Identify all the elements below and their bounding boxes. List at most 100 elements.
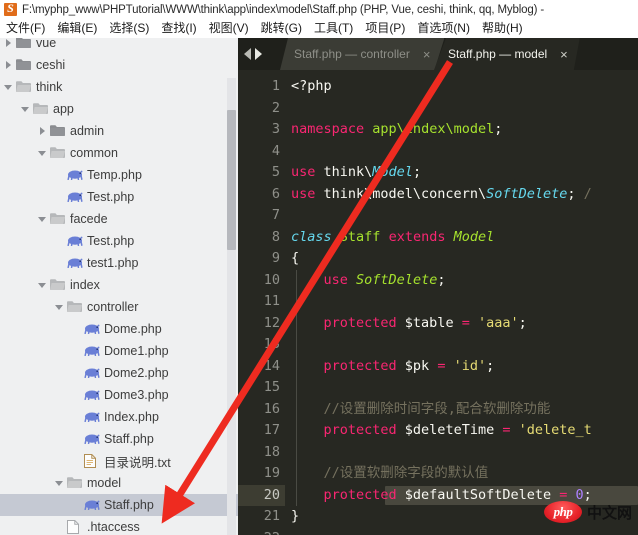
tree-file-Test.php[interactable]: Test.php bbox=[0, 186, 238, 208]
code-line[interactable]: use think\Model; bbox=[291, 162, 421, 184]
code-line[interactable]: use think\model\concern\SoftDelete; / bbox=[291, 184, 592, 206]
chevron-right-icon[interactable] bbox=[4, 38, 15, 54]
code-token: SoftDelete bbox=[486, 185, 568, 202]
code-content[interactable]: <?php namespace app\index\model; use think… bbox=[285, 70, 638, 535]
menu-preferences[interactable]: 首选项(N) bbox=[417, 19, 477, 38]
tab-nav-arrows[interactable] bbox=[244, 38, 278, 70]
tree-file-Staff.php[interactable]: Staff.php bbox=[0, 494, 238, 516]
tree-folder-index[interactable]: index bbox=[0, 274, 238, 296]
code-line[interactable]: //设置删除时间字段,配合软删除功能 bbox=[291, 399, 551, 421]
sidebar-file-tree[interactable]: vue ceshi think app admin common Temp.php Test.… bbox=[0, 38, 238, 535]
code-token: ; bbox=[412, 164, 422, 180]
code-line[interactable]: } bbox=[291, 506, 299, 528]
tree-item-label: facede bbox=[70, 212, 108, 226]
line-number: 17 bbox=[263, 422, 280, 438]
tree-folder-facede[interactable]: facede bbox=[0, 208, 238, 230]
tree-file-Test.php[interactable]: Test.php bbox=[0, 230, 238, 252]
tree-file-目录说明.txt[interactable]: 目录说明.txt bbox=[0, 450, 238, 472]
code-token: protected bbox=[323, 357, 397, 374]
code-line[interactable]: use SoftDelete; bbox=[291, 270, 446, 292]
tree-folder-common[interactable]: common bbox=[0, 142, 238, 164]
triangle-right-icon[interactable] bbox=[255, 48, 262, 60]
line-number-gutter: 12345678910111213141516171819202122 bbox=[238, 70, 285, 535]
menu-edit[interactable]: 编辑(E) bbox=[57, 19, 104, 38]
close-icon[interactable]: × bbox=[547, 47, 580, 62]
tree-item-label: test1.php bbox=[87, 256, 139, 270]
menu-selection[interactable]: 选择(S) bbox=[109, 19, 156, 38]
tab-staff-controller[interactable]: Staff.php — controller × bbox=[280, 38, 444, 70]
chevron-down-icon[interactable] bbox=[21, 98, 32, 120]
tree-file-Staff.php[interactable]: Staff.php bbox=[0, 428, 238, 450]
menu-help[interactable]: 帮助(H) bbox=[482, 19, 530, 38]
chevron-down-icon[interactable] bbox=[38, 274, 49, 296]
tree-file-Temp.php[interactable]: Temp.php bbox=[0, 164, 238, 186]
menu-view[interactable]: 视图(V) bbox=[209, 19, 256, 38]
close-icon[interactable]: × bbox=[410, 47, 443, 62]
code-token: ; bbox=[567, 185, 584, 202]
folder-open-icon bbox=[32, 98, 51, 120]
tree-folder-controller[interactable]: controller bbox=[0, 296, 238, 318]
tree-folder-app[interactable]: app bbox=[0, 98, 238, 120]
sidebar-scrollbar-thumb[interactable] bbox=[227, 110, 236, 250]
tree-item-label: app bbox=[53, 102, 74, 116]
tree-folder-think[interactable]: think bbox=[0, 76, 238, 98]
code-token: protected bbox=[323, 314, 397, 331]
tree-file-Dome3.php[interactable]: Dome3.php bbox=[0, 384, 238, 406]
chevron-down-icon[interactable] bbox=[38, 142, 49, 164]
title-bar: F:\myphp_www\PHPTutorial\WWW\think\app\i… bbox=[0, 0, 638, 19]
tab-staff-model[interactable]: Staff.php — model × bbox=[434, 38, 580, 70]
code-line[interactable]: protected $deleteTime = 'delete_t bbox=[291, 420, 592, 442]
code-line[interactable]: protected $table = 'aaa'; bbox=[291, 313, 527, 335]
code-line[interactable]: { bbox=[291, 248, 299, 270]
tree-file-test1.php[interactable]: test1.php bbox=[0, 252, 238, 274]
tree-file-Dome1.php[interactable]: Dome1.php bbox=[0, 340, 238, 362]
chevron-right-icon[interactable] bbox=[38, 120, 49, 142]
triangle-left-icon[interactable] bbox=[244, 48, 251, 60]
code-line[interactable]: protected $pk = 'id'; bbox=[291, 356, 495, 378]
code-token: SoftDelete bbox=[356, 271, 438, 288]
folder-open-icon bbox=[49, 274, 68, 296]
chevron-down-icon[interactable] bbox=[55, 296, 66, 318]
chevron-down-icon[interactable] bbox=[55, 472, 66, 494]
menu-find[interactable]: 查找(I) bbox=[161, 19, 203, 38]
code-token: protected bbox=[323, 486, 397, 503]
code-area[interactable]: 12345678910111213141516171819202122 <?ph… bbox=[238, 70, 638, 535]
menu-tools[interactable]: 工具(T) bbox=[314, 19, 360, 38]
tree-item-label: Index.php bbox=[104, 410, 159, 424]
code-line[interactable]: <?php bbox=[291, 76, 332, 98]
code-line[interactable]: //设置软删除字段的默认值 bbox=[291, 463, 489, 485]
tree-folder-admin[interactable]: admin bbox=[0, 120, 238, 142]
code-line[interactable]: namespace app\index\model; bbox=[291, 119, 502, 141]
folder-closed-icon bbox=[15, 38, 34, 54]
watermark-text: 中文网 bbox=[586, 503, 632, 522]
tree-file-Index.php[interactable]: Index.php bbox=[0, 406, 238, 428]
code-line[interactable]: class Staff extends Model bbox=[291, 227, 494, 249]
tree-item-label: common bbox=[70, 146, 118, 160]
line-number: 21 bbox=[263, 508, 280, 524]
tree-file-Dome.php[interactable]: Dome.php bbox=[0, 318, 238, 340]
tab-label: Staff.php — model bbox=[448, 47, 548, 61]
tree-file-.htaccess[interactable]: .htaccess bbox=[0, 516, 238, 535]
code-token: $deleteTime bbox=[396, 422, 503, 438]
chevron-down-icon[interactable] bbox=[4, 76, 15, 98]
tree-file-Dome2.php[interactable]: Dome2.php bbox=[0, 362, 238, 384]
tree-folder-model[interactable]: model bbox=[0, 472, 238, 494]
code-token: protected bbox=[323, 422, 397, 438]
menu-goto[interactable]: 跳转(G) bbox=[261, 19, 309, 38]
tree-folder-ceshi[interactable]: ceshi bbox=[0, 54, 238, 76]
menu-file[interactable]: 文件(F) bbox=[6, 19, 52, 38]
line-number: 3 bbox=[271, 121, 280, 137]
chevron-down-icon[interactable] bbox=[38, 208, 49, 230]
tree-item-label: admin bbox=[70, 124, 105, 138]
line-number: 2 bbox=[271, 99, 280, 116]
chevron-right-icon[interactable] bbox=[4, 54, 15, 76]
tree-folder-vue[interactable]: vue bbox=[0, 38, 238, 54]
menu-project[interactable]: 项目(P) bbox=[365, 19, 412, 38]
tree-item-label: ceshi bbox=[36, 58, 66, 72]
line-number: 14 bbox=[263, 357, 280, 374]
